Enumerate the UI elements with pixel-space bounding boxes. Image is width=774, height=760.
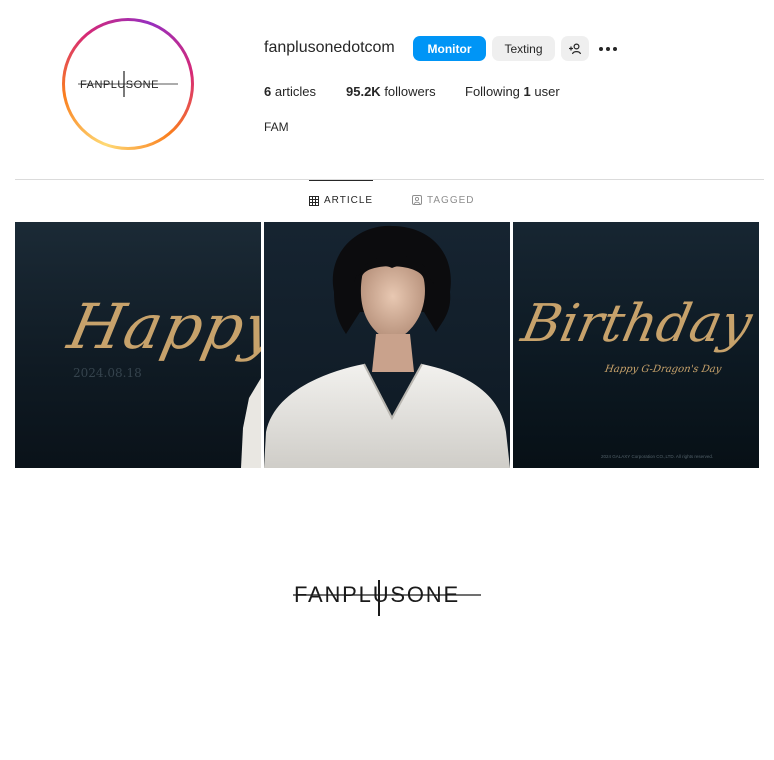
fanplusone-logo-large: FANPLUSONE [293, 580, 481, 616]
portrait-photo [264, 225, 510, 468]
articles-stat: 6 articles [264, 84, 316, 99]
fanplusone-logo-small: FANPLUSONE [78, 71, 178, 97]
monitor-button[interactable]: Monitor [413, 36, 486, 61]
following-prefix: Following [465, 84, 524, 99]
post-happy[interactable]: Happy 2024.08.18 [15, 222, 261, 468]
post-happy-date: 2024.08.18 [73, 366, 142, 380]
profile-bio: FAM [264, 120, 289, 134]
following-suffix: user [530, 84, 560, 99]
post-portrait[interactable] [264, 222, 510, 468]
avatar-inner: FANPLUSONE [65, 21, 191, 147]
tab-article-label: ARTICLE [324, 195, 374, 206]
tab-article[interactable]: ARTICLE [309, 180, 374, 220]
profile-username: fanplusonedotcom [264, 39, 395, 56]
post-birthday-script: Birthday [516, 294, 758, 354]
add-user-icon [569, 42, 582, 54]
add-user-button[interactable] [561, 36, 589, 61]
tagged-icon [412, 195, 422, 205]
grid-icon [309, 195, 319, 206]
profile-avatar[interactable]: FANPLUSONE [62, 18, 194, 150]
more-horizontal-icon [599, 46, 617, 51]
post-happy-script: Happy [62, 290, 261, 363]
texting-button[interactable]: Texting [492, 36, 555, 61]
tab-tagged-label: TAGGED [427, 194, 475, 206]
followers-stat[interactable]: 95.2K followers [346, 84, 436, 99]
post-happy-edge-figure [241, 378, 261, 468]
post-birthday-copyright: 2024 GALAXY Corporation CO.,LTD. All rig… [601, 454, 714, 459]
followers-count: 95.2K [346, 84, 381, 99]
followers-label: followers [380, 84, 436, 99]
post-birthday[interactable]: Birthday Happy G-Dragon's Day 2024 GALAX… [513, 222, 759, 468]
following-count: 1 [523, 84, 531, 99]
tab-tagged[interactable]: TAGGED [412, 180, 474, 220]
avatar-logo: FANPLUSONE [69, 25, 187, 143]
post-birthday-subline: Happy G-Dragon's Day [604, 364, 723, 375]
footer-logo: FANPLUSONE [293, 578, 481, 623]
avatar-logo-text: FANPLUSONE [80, 79, 159, 91]
profile-divider [15, 179, 764, 180]
more-options-button[interactable] [596, 36, 620, 61]
articles-label: articles [271, 84, 317, 99]
following-stat[interactable]: Following 1 user [465, 84, 560, 99]
footer-logo-text: FANPLUSONE [294, 582, 460, 607]
